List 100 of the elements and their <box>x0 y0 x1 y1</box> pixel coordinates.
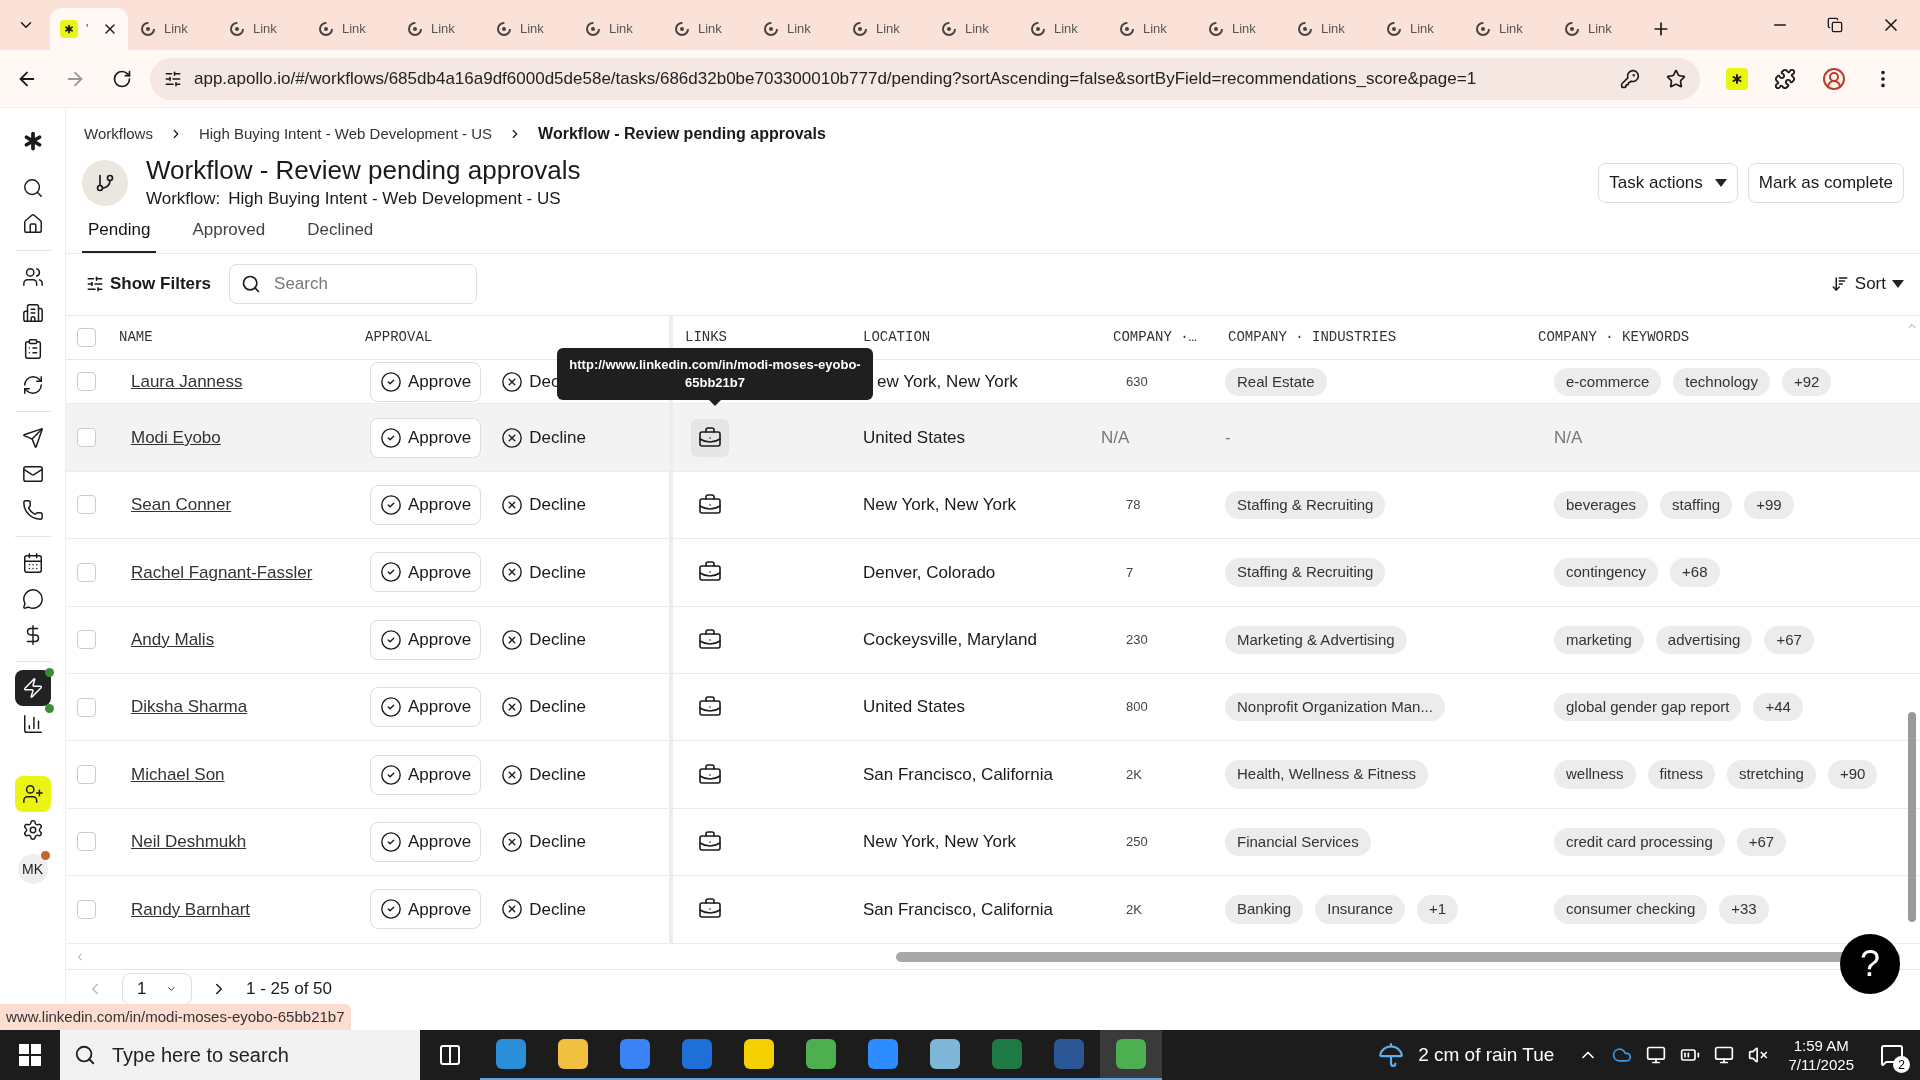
contact-name-link[interactable]: Michael Son <box>106 761 361 788</box>
windows-logo-icon[interactable] <box>19 1044 41 1066</box>
decline-button[interactable]: Decline <box>501 424 587 451</box>
asterisk-extension-icon[interactable] <box>1726 67 1748 90</box>
tab[interactable]: Declined <box>301 215 380 253</box>
bookmark-star-icon[interactable] <box>1666 68 1686 89</box>
approve-button[interactable]: Approve <box>370 417 482 458</box>
column-header[interactable]: LINKS <box>673 326 851 348</box>
checkbox[interactable] <box>76 697 96 717</box>
taskbar-search-field[interactable]: Type here to search <box>60 1030 420 1080</box>
contact-name-link[interactable]: Diksha Sharma <box>106 694 361 720</box>
vertical-scrollbar-thumb[interactable] <box>1908 711 1916 922</box>
company-size-text: 800 <box>1125 698 1149 717</box>
cloud-icon[interactable] <box>1612 1045 1633 1065</box>
approve-button[interactable]: Approve <box>370 754 482 795</box>
checkbox[interactable] <box>76 372 96 392</box>
task-view-icon[interactable] <box>438 1043 462 1067</box>
browser-tab[interactable]: ' <box>50 8 128 50</box>
contact-name-link[interactable]: Sean Conner <box>106 492 361 518</box>
building-icon <box>21 302 44 324</box>
decline-button[interactable]: Decline <box>501 761 587 788</box>
reload-icon[interactable] <box>112 68 132 89</box>
approve-button[interactable]: Approve <box>370 361 482 402</box>
contact-name-link[interactable]: Neil Deshmukh <box>106 829 361 855</box>
browser-tab[interactable]: Link <box>573 8 662 50</box>
approve-button[interactable]: Approve <box>370 821 482 862</box>
checkbox[interactable] <box>76 495 96 515</box>
puzzle-icon[interactable] <box>1774 67 1796 90</box>
decline-button[interactable]: Decline <box>501 492 587 518</box>
checkbox[interactable] <box>76 428 96 448</box>
browser-tab[interactable]: Link <box>662 8 751 50</box>
decline-button[interactable]: Decline <box>501 896 587 923</box>
column-header[interactable]: LOCATION <box>851 326 1101 348</box>
profile-icon[interactable] <box>1822 66 1846 91</box>
checkbox[interactable] <box>76 832 96 852</box>
contact-name-link[interactable]: Laura Janness <box>106 369 361 395</box>
column-header[interactable]: COMPANY ·… <box>1101 326 1216 348</box>
contact-name-link[interactable]: Andy Malis <box>106 627 361 653</box>
tab[interactable]: Pending <box>82 215 157 253</box>
mark-complete-button[interactable]: Mark as complete <box>1747 162 1904 203</box>
column-header[interactable]: COMPANY · KEYWORDS <box>1526 326 1900 348</box>
task-actions-dropdown[interactable]: Task actions <box>1598 162 1738 203</box>
contact-name-link[interactable]: Rachel Fagnant-Fassler <box>106 559 361 586</box>
network-icon[interactable] <box>1714 1045 1735 1065</box>
tab-title: Link <box>431 20 455 39</box>
tag: Health, Wellness & Fitness <box>1225 760 1428 789</box>
column-header[interactable]: NAME <box>106 326 361 348</box>
address-field[interactable]: app.apollo.io/#/workflows/685db4a16a9df6000d5de58e/tasks/686d32b0be703300010b777d/pending?sortAscending=false&sortByField=recommendations_score&page=1 <box>150 57 1700 100</box>
muted-speaker-icon[interactable] <box>1748 1045 1769 1065</box>
contact-name-link[interactable]: Modi Eyobo <box>106 424 361 451</box>
site-settings-icon[interactable] <box>164 69 182 88</box>
browser-tab[interactable]: Link <box>395 8 484 50</box>
contact-name-link[interactable]: Randy Barnhart <box>106 896 361 923</box>
tab-title: Link <box>965 20 989 39</box>
column-header[interactable]: COMPANY · INDUSTRIES <box>1216 326 1526 348</box>
sidebar-item[interactable] <box>14 670 51 706</box>
notifications-button[interactable]: 2 <box>1874 1037 1910 1073</box>
sidebar-item[interactable] <box>14 776 51 812</box>
checkbox[interactable] <box>76 562 96 582</box>
spiral-icon <box>1386 21 1402 37</box>
checkbox[interactable] <box>76 899 96 919</box>
browser-tab[interactable]: Link <box>929 8 1018 50</box>
browser-tab[interactable]: Link <box>484 8 573 50</box>
show-filters-button[interactable]: Show Filters <box>82 271 216 297</box>
browser-tab[interactable]: Link <box>1018 8 1107 50</box>
checkbox[interactable] <box>76 630 96 650</box>
approve-button[interactable]: Approve <box>370 552 482 593</box>
search-field[interactable]: Search <box>229 264 478 304</box>
approve-button[interactable]: Approve <box>370 619 482 660</box>
user-avatar[interactable]: MK <box>17 854 48 884</box>
tab[interactable]: Approved <box>186 215 272 253</box>
browser-tab[interactable]: Link <box>1285 8 1374 50</box>
browser-tab[interactable]: Link <box>1374 8 1463 50</box>
help-button[interactable]: ? <box>1840 934 1900 994</box>
browser-tab[interactable]: Link <box>217 8 306 50</box>
decline-button[interactable]: Decline <box>501 627 587 653</box>
display-icon[interactable] <box>1646 1045 1667 1065</box>
approve-button[interactable]: Approve <box>370 889 482 930</box>
decline-button[interactable]: Decline <box>501 559 587 586</box>
browser-tab[interactable]: Link <box>1463 8 1552 50</box>
restore-icon[interactable] <box>1827 17 1843 33</box>
approve-button[interactable]: Approve <box>370 484 482 525</box>
decline-button[interactable]: Decline <box>501 694 587 720</box>
briefcase-link-icon[interactable] <box>691 418 729 457</box>
breadcrumb-link[interactable]: Workflows <box>84 122 153 146</box>
browser-tab[interactable]: Link <box>306 8 395 50</box>
browser-tab[interactable]: Link <box>128 8 217 50</box>
key-icon[interactable] <box>1620 68 1640 89</box>
checkbox[interactable] <box>76 327 96 347</box>
breadcrumb-link[interactable]: High Buying Intent - Web Development - US <box>198 122 493 146</box>
browser-tab[interactable]: Link <box>751 8 840 50</box>
checkbox[interactable] <box>76 765 96 785</box>
decline-button[interactable]: Decline <box>501 829 587 855</box>
tag: advertising <box>1655 625 1753 654</box>
browser-tab[interactable]: Link <box>1196 8 1285 50</box>
sort-button[interactable]: Sort <box>1830 271 1904 297</box>
approve-button[interactable]: Approve <box>370 687 482 728</box>
browser-tab[interactable]: Link <box>840 8 929 50</box>
browser-tab[interactable]: Link <box>1107 8 1196 50</box>
browser-tab[interactable]: Link <box>1552 8 1641 50</box>
